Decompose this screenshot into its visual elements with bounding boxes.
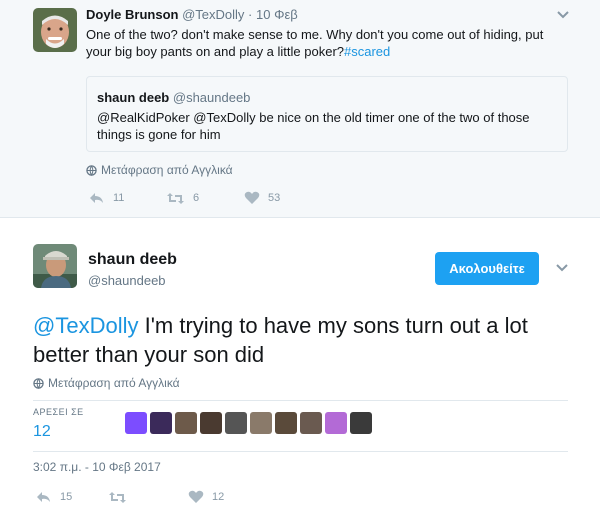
author-handle[interactable]: @shaundeeb (88, 273, 166, 288)
tweet-actions: 15 12 (35, 490, 224, 504)
tweet-date[interactable]: 10 Φεβ (256, 7, 298, 22)
like-count: 53 (268, 192, 281, 204)
retweet-icon (109, 491, 126, 503)
translate-link[interactable]: Μετάφραση από Αγγλικά (33, 376, 180, 390)
liker-avatar[interactable] (175, 412, 197, 434)
likes-count[interactable]: 12 (33, 423, 51, 441)
chevron-down-icon[interactable] (555, 263, 569, 273)
liker-avatar[interactable] (275, 412, 297, 434)
heart-icon (188, 490, 204, 503)
tweet-stats: ΑΡΕΣΕΙ ΣΕ 12 (33, 400, 568, 452)
retweet-count: 6 (193, 192, 200, 204)
reply-icon (90, 193, 103, 203)
tweet-header: Doyle Brunson @TexDolly · 10 Φεβ (86, 7, 298, 22)
quoted-tweet-header: shaun deeb @shaundeeb (97, 90, 250, 105)
hashtag-link[interactable]: #scared (344, 44, 390, 59)
tweet-text: @TexDolly I'm trying to have my sons tur… (33, 311, 573, 369)
chevron-down-icon[interactable] (556, 10, 570, 20)
author-handle[interactable]: @TexDolly (182, 7, 244, 22)
liker-avatar[interactable] (300, 412, 322, 434)
translate-label: Μετάφραση από Αγγλικά (101, 163, 233, 177)
doyle-brunson-avatar[interactable] (33, 8, 77, 52)
liker-avatar[interactable] (150, 412, 172, 434)
liker-avatar[interactable] (225, 412, 247, 434)
liker-avatar[interactable] (325, 412, 347, 434)
tweet-text: One of the two? don't make sense to me. … (86, 26, 556, 60)
reply-count: 15 (60, 491, 73, 503)
like-count: 12 (212, 491, 225, 503)
retweet-button[interactable]: 6 (166, 192, 244, 205)
heart-icon (244, 191, 260, 204)
translate-link[interactable]: Μετάφραση από Αγγλικά (86, 163, 233, 177)
reply-icon (37, 492, 50, 502)
likes-label: ΑΡΕΣΕΙ ΣΕ (33, 407, 84, 417)
separator: · (248, 7, 253, 22)
translate-label: Μετάφραση από Αγγλικά (48, 376, 180, 390)
like-button[interactable]: 53 (244, 191, 280, 205)
retweet-icon (167, 192, 184, 204)
liker-avatar[interactable] (250, 412, 272, 434)
mention-link[interactable]: @TexDolly (33, 313, 138, 338)
parent-tweet[interactable]: Doyle Brunson @TexDolly · 10 Φεβ One of … (0, 0, 600, 218)
quoted-author-name: shaun deeb (97, 90, 170, 105)
tweet-timestamp[interactable]: 3:02 π.μ. - 10 Φεβ 2017 (33, 460, 161, 474)
liker-avatar[interactable] (350, 412, 372, 434)
liker-avatars (125, 412, 372, 434)
tweet-text-body: One of the two? don't make sense to me. … (86, 27, 544, 59)
globe-icon (86, 164, 97, 176)
liker-avatar[interactable] (125, 412, 147, 434)
author-name[interactable]: shaun deeb (88, 251, 177, 269)
quoted-tweet[interactable]: shaun deeb @shaundeeb @RealKidPoker @Tex… (86, 76, 568, 152)
quoted-author-handle: @shaundeeb (172, 90, 251, 105)
tweet-actions: 11 6 53 (88, 191, 280, 205)
retweet-button[interactable] (108, 491, 188, 504)
quoted-tweet-text: @RealKidPoker @TexDolly be nice on the o… (97, 110, 530, 142)
like-button[interactable]: 12 (188, 490, 224, 504)
shaun-deeb-avatar[interactable] (33, 244, 77, 288)
reply-button[interactable]: 11 (88, 191, 166, 205)
reply-count: 11 (113, 192, 125, 204)
reply-button[interactable]: 15 (35, 490, 108, 504)
liker-avatar[interactable] (200, 412, 222, 434)
author-name[interactable]: Doyle Brunson (86, 7, 178, 22)
globe-icon (33, 377, 44, 389)
following-button[interactable]: Ακολουθείτε (435, 252, 539, 285)
